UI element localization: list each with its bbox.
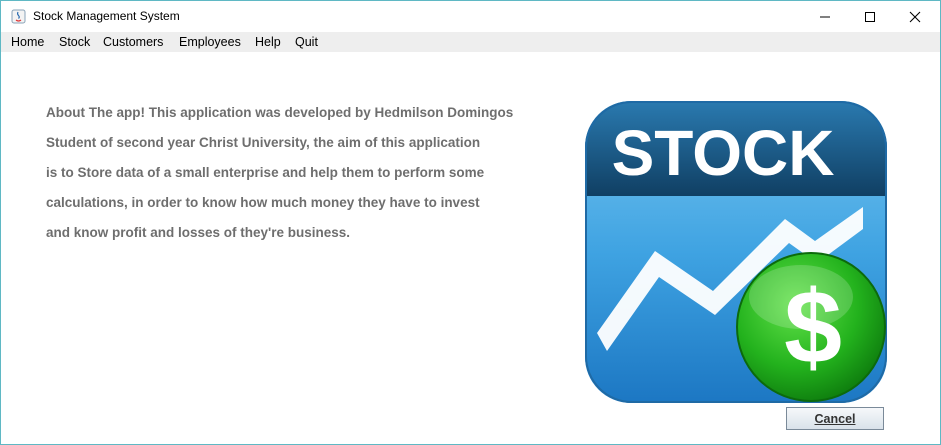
menu-bar: Home Stock Customers Employees Help Quit: [1, 32, 940, 52]
about-line: and know profit and losses of they're bu…: [46, 225, 351, 240]
about-line: is to Store data of a small enterprise a…: [46, 165, 485, 180]
minimize-button[interactable]: [802, 1, 848, 32]
title-bar: Stock Management System: [1, 1, 940, 32]
main-window: Stock Management System Home Stock Custo…: [0, 0, 941, 445]
window-title: Stock Management System: [33, 9, 180, 23]
menu-quit[interactable]: Quit: [295, 35, 318, 49]
java-app-icon: [11, 9, 26, 24]
about-line: calculations, in order to know how much …: [46, 195, 480, 210]
menu-employees[interactable]: Employees: [179, 35, 241, 49]
menu-help[interactable]: Help: [255, 35, 281, 49]
close-icon: [909, 11, 921, 22]
cancel-button[interactable]: Cancel: [786, 407, 884, 430]
close-button[interactable]: [892, 1, 938, 32]
menu-customers[interactable]: Customers: [103, 35, 163, 49]
dollar-sign: $: [784, 270, 842, 386]
cancel-button-label: Cancel: [814, 411, 856, 426]
logo-stock-text: STOCK: [612, 117, 835, 189]
about-line: About The app! This application was deve…: [46, 105, 514, 120]
minimize-icon: [820, 16, 830, 17]
menu-home[interactable]: Home: [11, 35, 44, 49]
about-line: Student of second year Christ University…: [46, 135, 481, 150]
maximize-icon: [865, 11, 875, 22]
stock-logo-image: STOCK $: [585, 101, 887, 403]
maximize-button[interactable]: [847, 1, 893, 32]
menu-stock[interactable]: Stock: [59, 35, 90, 49]
